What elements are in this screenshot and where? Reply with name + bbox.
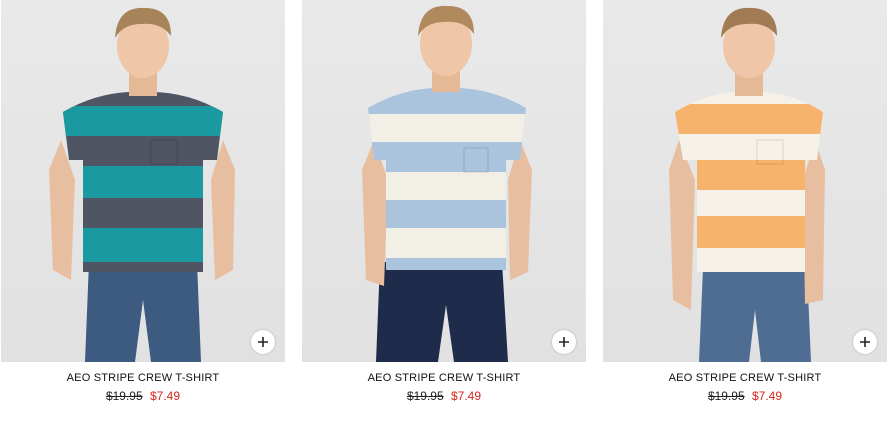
product-price: $19.95 $7.49: [302, 389, 586, 403]
product-name[interactable]: AEO STRIPE CREW T-SHIRT: [1, 372, 285, 384]
product-grid: AEO STRIPE CREW T-SHIRT $19.95 $7.49 AEO…: [0, 0, 892, 424]
product-card[interactable]: AEO STRIPE CREW T-SHIRT $19.95 $7.49: [1, 0, 285, 424]
sale-price: $7.49: [150, 389, 181, 403]
product-price: $19.95 $7.49: [1, 389, 285, 403]
product-card[interactable]: AEO STRIPE CREW T-SHIRT $19.95 $7.49: [302, 0, 586, 424]
plus-icon: [559, 337, 569, 347]
product-name[interactable]: AEO STRIPE CREW T-SHIRT: [302, 372, 586, 384]
quick-add-button[interactable]: [853, 330, 877, 354]
product-image[interactable]: [1, 0, 285, 362]
plus-icon: [258, 337, 268, 347]
original-price: $19.95: [707, 389, 745, 403]
original-price: $19.95: [105, 389, 143, 403]
sale-price: $7.49: [752, 389, 783, 403]
model-illustration: [362, 5, 532, 362]
quick-add-button[interactable]: [552, 330, 576, 354]
product-image[interactable]: [302, 0, 586, 362]
model-illustration: [49, 7, 235, 362]
original-price: $19.95: [406, 389, 444, 403]
quick-add-button[interactable]: [251, 330, 275, 354]
plus-icon: [860, 337, 870, 347]
product-price: $19.95 $7.49: [603, 389, 887, 403]
product-image[interactable]: [603, 0, 887, 362]
model-illustration: [669, 7, 825, 362]
sale-price: $7.49: [451, 389, 482, 403]
product-card[interactable]: AEO STRIPE CREW T-SHIRT $19.95 $7.49: [603, 0, 887, 424]
product-name[interactable]: AEO STRIPE CREW T-SHIRT: [603, 372, 887, 384]
